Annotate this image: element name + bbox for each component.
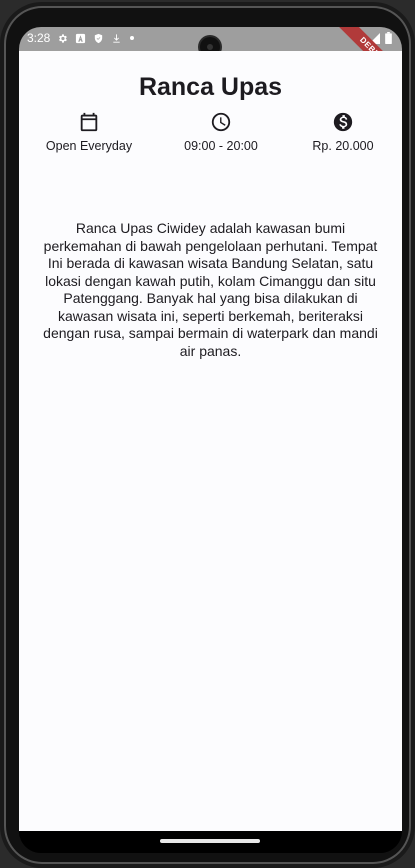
settings-icon <box>59 33 68 43</box>
calendar-icon <box>80 112 98 132</box>
phone-frame: 3:28 DEBUG Ranca Upas Open Everyday 09:0… <box>4 6 411 864</box>
price-label: Rp. 20.000 <box>312 139 374 153</box>
shield-icon <box>95 33 103 43</box>
status-time: 3:28 <box>27 31 51 45</box>
info-row: Open Everyday 09:00 - 20:00 Rp. 20.000 <box>19 111 402 161</box>
navigation-bar <box>19 831 402 853</box>
clock-icon <box>211 112 231 132</box>
dot-icon <box>130 36 135 40</box>
hours-label: 09:00 - 20:00 <box>184 139 258 153</box>
detail-page: Ranca Upas Open Everyday 09:00 - 20:00 R… <box>19 51 402 831</box>
page-title: Ranca Upas <box>138 73 283 101</box>
a-icon <box>76 33 86 43</box>
battery-icon <box>385 32 392 44</box>
open-days-label: Open Everyday <box>45 139 133 153</box>
dollar-icon <box>333 112 353 132</box>
info-open-days: Open Everyday <box>29 111 149 153</box>
home-indicator[interactable] <box>160 839 260 843</box>
screen: 3:28 DEBUG Ranca Upas Open Everyday 09:0… <box>19 27 402 853</box>
status-left: 3:28 <box>27 31 135 45</box>
download-icon <box>113 33 121 43</box>
description-text: Ranca Upas Ciwidey adalah kawasan bumi p… <box>43 220 378 359</box>
info-hours: 09:00 - 20:00 <box>161 111 281 153</box>
info-price: Rp. 20.000 <box>283 111 402 153</box>
